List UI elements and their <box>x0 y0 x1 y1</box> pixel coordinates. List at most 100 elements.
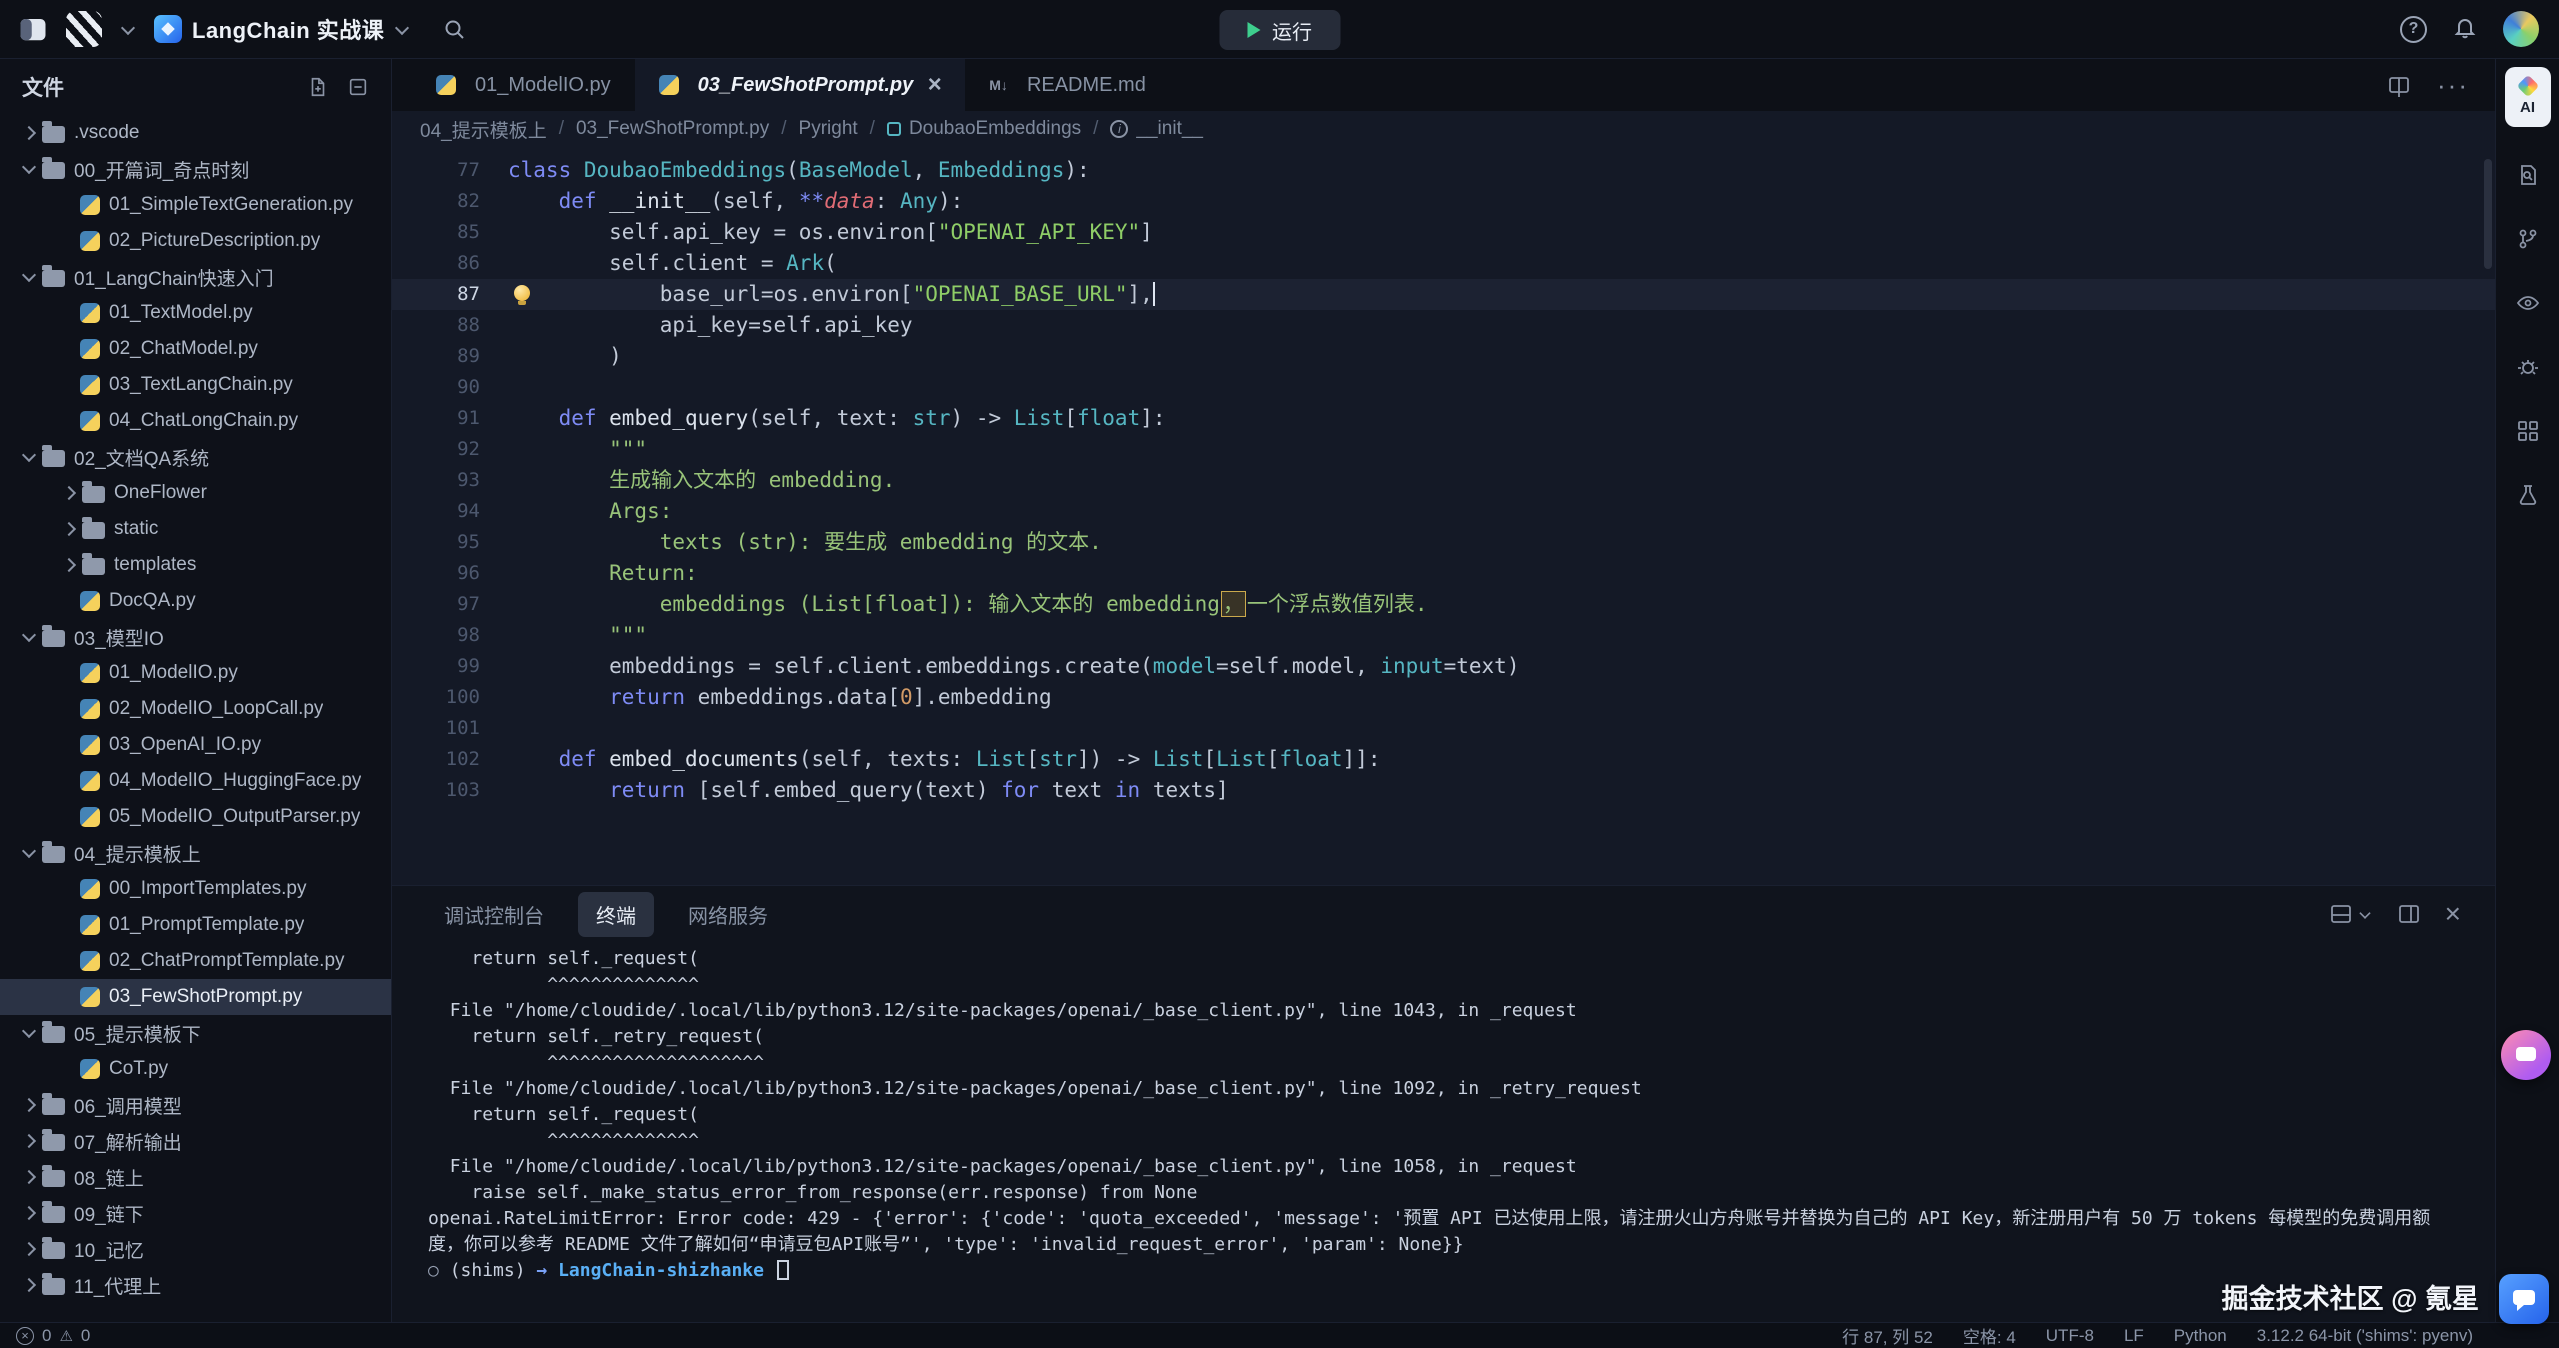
problems-summary[interactable]: 0 0 <box>16 1326 90 1346</box>
tree-folder[interactable]: OneFlower <box>0 475 391 511</box>
lightbulb-icon[interactable] <box>514 285 530 301</box>
tab-01_ModelIO.py[interactable]: 01_ModelIO.py <box>412 59 635 111</box>
status-item[interactable]: 空格: 4 <box>1963 1323 2016 1348</box>
extensions-icon[interactable] <box>2506 409 2550 453</box>
status-item[interactable]: Python <box>2174 1326 2227 1346</box>
tree-file[interactable]: 01_ModelIO.py <box>0 655 391 691</box>
more-actions-icon[interactable]: ··· <box>2437 70 2469 101</box>
code-line-101[interactable]: 101 <box>392 713 2495 744</box>
tree-file[interactable]: 02_ChatModel.py <box>0 331 391 367</box>
tree-file[interactable]: 05_ModelIO_OutputParser.py <box>0 799 391 835</box>
sidebar-toggle-icon[interactable] <box>18 14 48 44</box>
breadcrumb-item[interactable]: DoubaoEmbeddings <box>887 118 1081 140</box>
code-line-98[interactable]: 98 """ <box>392 620 2495 651</box>
code-line-95[interactable]: 95 texts (str): 要生成 embedding 的文本. <box>392 527 2495 558</box>
tree-folder[interactable]: .vscode <box>0 115 391 151</box>
trae-logo[interactable] <box>66 11 102 47</box>
tree-folder[interactable]: 08_链上 <box>0 1159 391 1195</box>
chevron-down-icon[interactable] <box>120 21 136 37</box>
debug-icon[interactable] <box>2506 345 2550 389</box>
code-line-92[interactable]: 92 """ <box>392 434 2495 465</box>
panel-layout-icon[interactable] <box>2329 902 2373 926</box>
search-icon[interactable] <box>442 17 466 41</box>
doc-search-icon[interactable] <box>2506 153 2550 197</box>
tree-file[interactable]: 03_TextLangChain.py <box>0 367 391 403</box>
tree-folder[interactable]: 05_提示模板下 <box>0 1015 391 1051</box>
tree-file[interactable]: 01_PromptTemplate.py <box>0 907 391 943</box>
git-branch-icon[interactable] <box>2506 217 2550 261</box>
tree-folder[interactable]: templates <box>0 547 391 583</box>
tree-folder[interactable]: 10_记忆 <box>0 1231 391 1267</box>
tests-icon[interactable] <box>2506 473 2550 517</box>
panel-tab-调试控制台[interactable]: 调试控制台 <box>426 892 562 937</box>
tab-03_FewShotPrompt.py[interactable]: 03_FewShotPrompt.py× <box>635 59 966 111</box>
breadcrumb-item[interactable]: Pyright <box>799 118 858 140</box>
split-editor-icon[interactable] <box>2387 73 2411 97</box>
split-panel-icon[interactable] <box>2397 902 2421 926</box>
tree-file[interactable]: 04_ModelIO_HuggingFace.py <box>0 763 391 799</box>
tree-folder[interactable]: 03_模型IO <box>0 619 391 655</box>
code-line-103[interactable]: 103 return [self.embed_query(text) for t… <box>392 775 2495 806</box>
code-line-77[interactable]: 77class DoubaoEmbeddings(BaseModel, Embe… <box>392 155 2495 186</box>
tree-folder[interactable]: 09_链下 <box>0 1195 391 1231</box>
help-icon[interactable]: ? <box>2400 16 2427 43</box>
preview-icon[interactable] <box>2506 281 2550 325</box>
terminal-output[interactable]: return self._request( ^^^^^^^^^^^^^^ Fil… <box>392 942 2495 1322</box>
tree-file[interactable]: 01_TextModel.py <box>0 295 391 331</box>
collapse-folders-icon[interactable] <box>347 76 369 98</box>
tree-folder[interactable]: 02_文档QA系统 <box>0 439 391 475</box>
ai-assistant-button[interactable]: AI <box>2505 67 2551 127</box>
tree-file[interactable]: CoT.py <box>0 1051 391 1087</box>
tree-file[interactable]: DocQA.py <box>0 583 391 619</box>
status-item[interactable]: 行 87, 列 52 <box>1842 1323 1933 1348</box>
code-line-88[interactable]: 88 api_key=self.api_key <box>392 310 2495 341</box>
code-line-93[interactable]: 93 生成输入文本的 embedding. <box>392 465 2495 496</box>
status-item[interactable]: LF <box>2124 1326 2144 1346</box>
tree-folder[interactable]: 06_调用模型 <box>0 1087 391 1123</box>
tree-file[interactable]: 04_ChatLongChain.py <box>0 403 391 439</box>
code-line-86[interactable]: 86 self.client = Ark( <box>392 248 2495 279</box>
code-line-100[interactable]: 100 return embeddings.data[0].embedding <box>392 682 2495 713</box>
close-icon[interactable]: × <box>927 73 941 97</box>
code-line-94[interactable]: 94 Args: <box>392 496 2495 527</box>
run-button[interactable]: 运行 <box>1219 10 1340 50</box>
tree-file[interactable]: 03_OpenAI_IO.py <box>0 727 391 763</box>
code-line-102[interactable]: 102 def embed_documents(self, texts: Lis… <box>392 744 2495 775</box>
new-file-icon[interactable] <box>307 76 329 98</box>
feedback-fab[interactable] <box>2499 1274 2549 1324</box>
code-line-82[interactable]: 82 def __init__(self, **data: Any): <box>392 186 2495 217</box>
editor-scrollbar[interactable] <box>2484 159 2492 269</box>
tab-README.md[interactable]: README.md <box>965 59 1170 111</box>
code-line-91[interactable]: 91 def embed_query(self, text: str) -> L… <box>392 403 2495 434</box>
status-item[interactable]: 3.12.2 64-bit ('shims': pyenv) <box>2257 1326 2473 1346</box>
tree-folder[interactable]: 00_开篇词_奇点时刻 <box>0 151 391 187</box>
code-line-96[interactable]: 96 Return: <box>392 558 2495 589</box>
tree-file[interactable]: 02_PictureDescription.py <box>0 223 391 259</box>
breadcrumb-item[interactable]: 04_提示模板上 <box>420 116 547 143</box>
code-editor[interactable]: 77class DoubaoEmbeddings(BaseModel, Embe… <box>392 147 2495 885</box>
code-line-87[interactable]: 87 base_url=os.environ["OPENAI_BASE_URL"… <box>392 279 2495 310</box>
notifications-icon[interactable] <box>2453 15 2477 44</box>
status-item[interactable]: UTF-8 <box>2046 1326 2094 1346</box>
tree-folder[interactable]: 11_代理上 <box>0 1267 391 1303</box>
mascot-fab[interactable] <box>2501 1030 2551 1080</box>
tree-file[interactable]: 00_ImportTemplates.py <box>0 871 391 907</box>
panel-tab-终端[interactable]: 终端 <box>578 892 654 937</box>
tree-folder[interactable]: 01_LangChain快速入门 <box>0 259 391 295</box>
panel-tab-网络服务[interactable]: 网络服务 <box>670 892 786 937</box>
code-line-89[interactable]: 89 ) <box>392 341 2495 372</box>
tree-file[interactable]: 02_ModelIO_LoopCall.py <box>0 691 391 727</box>
workspace-switcher[interactable]: LangChain 实战课 <box>154 13 410 45</box>
tree-file[interactable]: 01_SimpleTextGeneration.py <box>0 187 391 223</box>
code-line-99[interactable]: 99 embeddings = self.client.embeddings.c… <box>392 651 2495 682</box>
breadcrumb-item[interactable]: __init__ <box>1110 118 1203 140</box>
tree-file[interactable]: 03_FewShotPrompt.py <box>0 979 391 1015</box>
avatar[interactable] <box>2503 11 2539 47</box>
tree-folder[interactable]: static <box>0 511 391 547</box>
tree-folder[interactable]: 04_提示模板上 <box>0 835 391 871</box>
close-panel-icon[interactable]: × <box>2445 900 2461 928</box>
code-line-90[interactable]: 90 <box>392 372 2495 403</box>
tree-folder[interactable]: 07_解析输出 <box>0 1123 391 1159</box>
tree-file[interactable]: 02_ChatPromptTemplate.py <box>0 943 391 979</box>
code-line-97[interactable]: 97 embeddings (List[float]): 输入文本的 embed… <box>392 589 2495 620</box>
